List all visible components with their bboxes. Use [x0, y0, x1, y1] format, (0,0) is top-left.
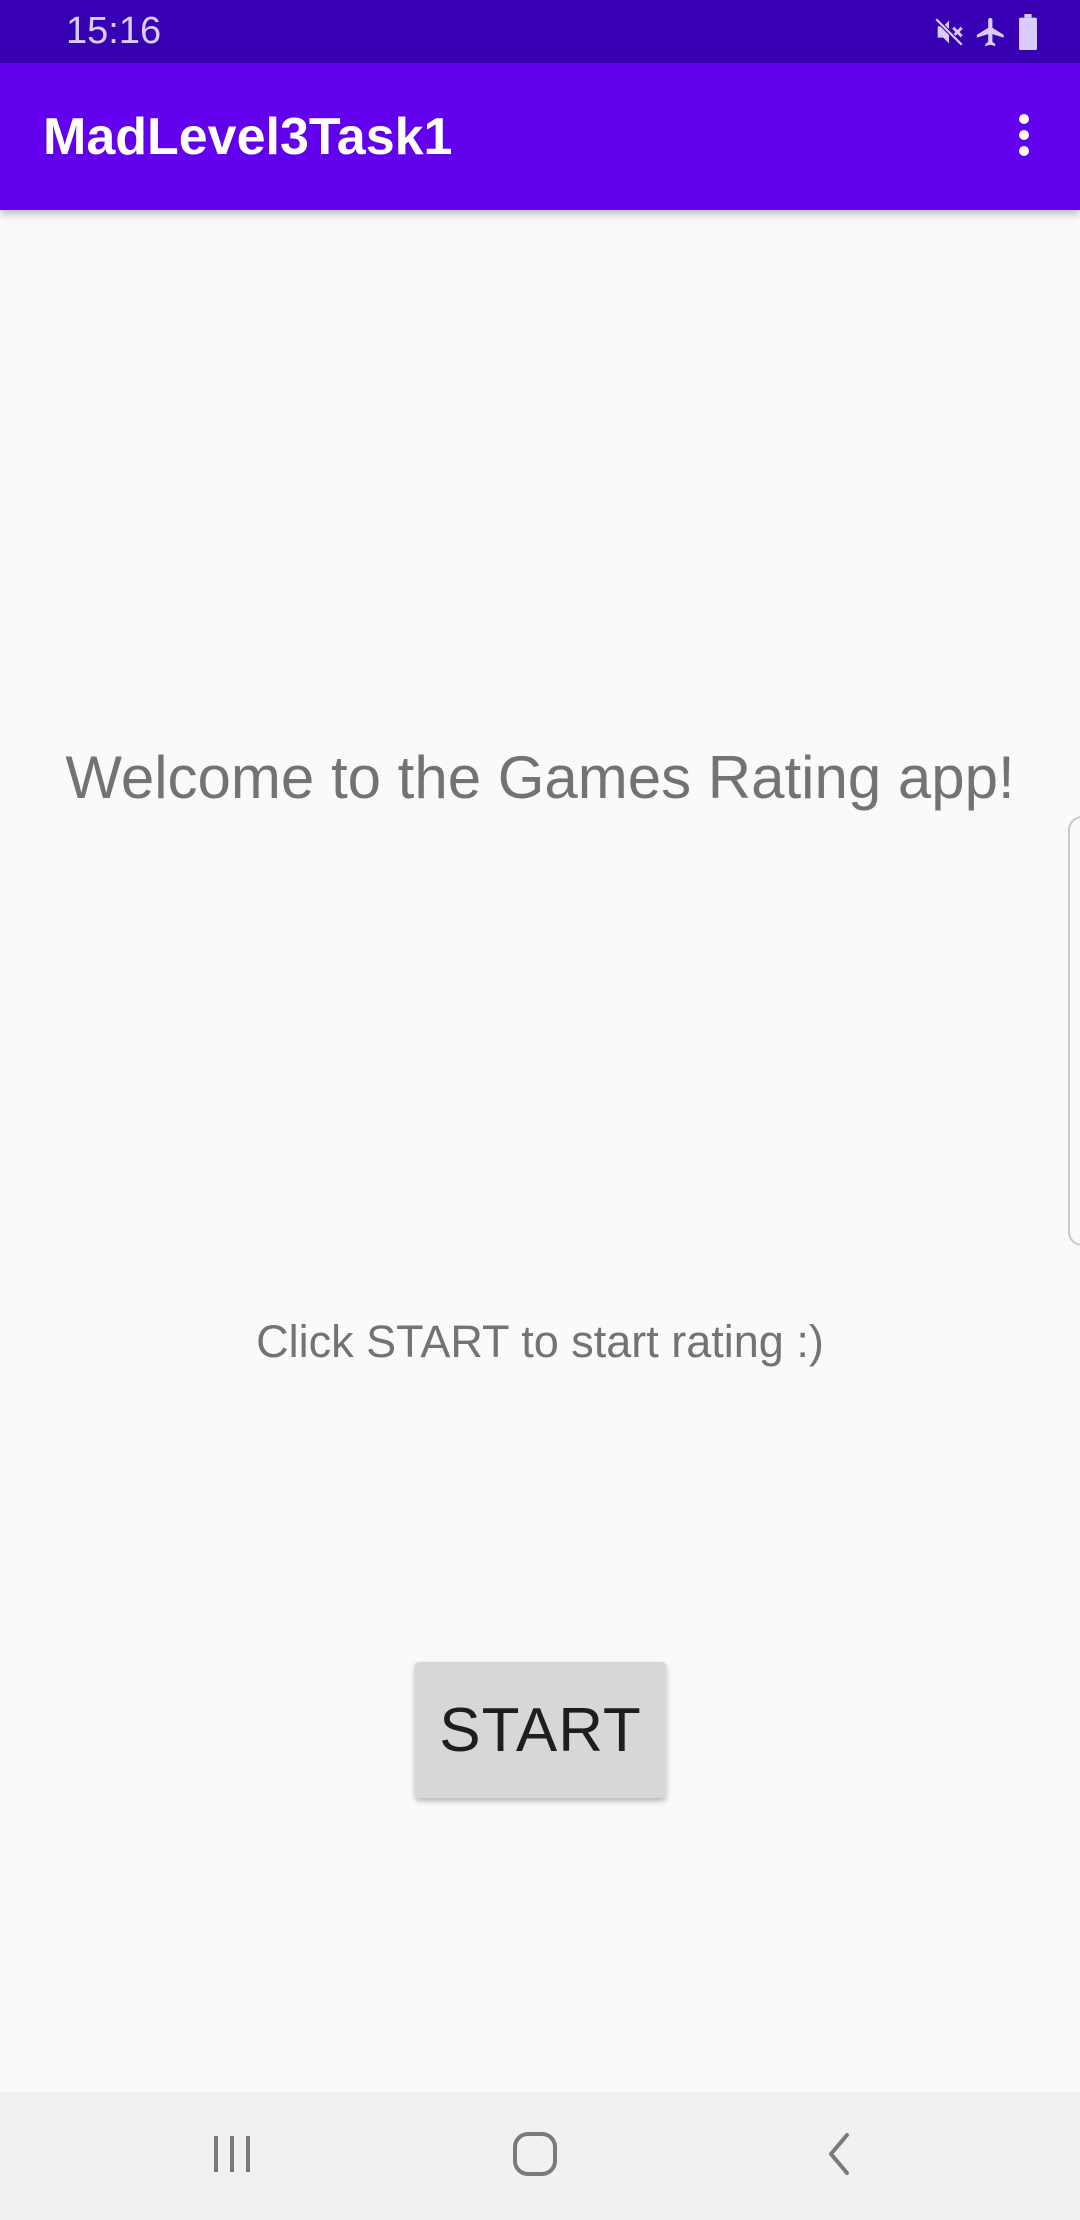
- more-vert-icon: [1017, 113, 1031, 162]
- app-title: MadLevel3Task1: [43, 108, 453, 166]
- welcome-text: Welcome to the Games Rating app!: [65, 744, 1015, 811]
- navigation-bar: [0, 2092, 1080, 2220]
- instruction-text: Click START to start rating :): [256, 1316, 824, 1367]
- status-bar: 15:16: [0, 0, 1080, 63]
- back-icon: [823, 2131, 853, 2182]
- mute-icon: [932, 15, 966, 49]
- edge-panel-handle[interactable]: [1068, 816, 1080, 1246]
- start-button[interactable]: START: [415, 1662, 666, 1798]
- main-content: Welcome to the Games Rating app! Click S…: [0, 210, 1080, 2092]
- app-bar: MadLevel3Task1: [0, 63, 1080, 210]
- recents-icon: [210, 2134, 254, 2179]
- battery-icon: [1016, 14, 1040, 50]
- recents-button[interactable]: [172, 2112, 292, 2200]
- home-button[interactable]: [475, 2112, 595, 2200]
- airplane-mode-icon: [974, 15, 1008, 49]
- status-time: 15:16: [66, 10, 162, 52]
- overflow-menu-button[interactable]: [994, 103, 1054, 171]
- home-icon: [512, 2131, 558, 2182]
- status-icons: [932, 12, 1040, 52]
- back-button[interactable]: [778, 2112, 898, 2200]
